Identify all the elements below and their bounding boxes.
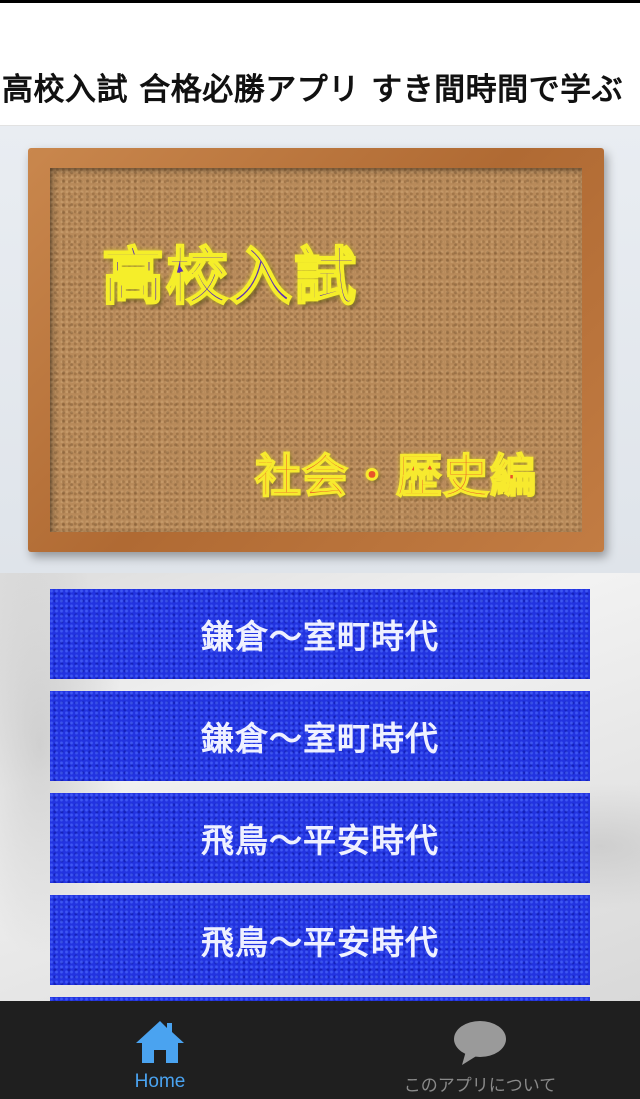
category-button-asuka-heian-1[interactable]: 飛鳥〜平安時代	[50, 793, 590, 883]
page-title: 高校入試 合格必勝アプリ すき間時間で学ぶ	[2, 72, 624, 108]
cork-board: 高校入試 社会・歴史編	[50, 168, 582, 532]
tab-home[interactable]: Home	[0, 1001, 320, 1099]
status-bar	[0, 0, 640, 8]
hero-banner: 高校入試 社会・歴史編	[0, 126, 640, 573]
tab-about[interactable]: このアプリについて	[320, 1001, 640, 1099]
app-header: 高校入試 合格必勝アプリ すき間時間で学ぶ	[0, 38, 640, 126]
home-icon	[136, 1021, 184, 1063]
tab-home-label: Home	[134, 1071, 186, 1092]
main-content[interactable]: 高校入試 社会・歴史編 鎌倉〜室町時代 鎌倉〜室町時代 飛鳥〜平安時代 飛鳥〜平…	[0, 126, 640, 1001]
bottom-tab-bar: Home このアプリについて	[0, 1001, 640, 1099]
category-button-kamakura-muromachi-2[interactable]: 鎌倉〜室町時代	[50, 691, 590, 781]
category-button-asuka-heian-2[interactable]: 飛鳥〜平安時代	[50, 895, 590, 985]
chat-bubble-icon	[454, 1021, 506, 1065]
cork-board-frame: 高校入試 社会・歴史編	[28, 148, 604, 552]
category-button-kamakura-muromachi-1[interactable]: 鎌倉〜室町時代	[50, 589, 590, 679]
tab-about-label: このアプリについて	[403, 1076, 557, 1095]
hero-title: 高校入試	[101, 239, 359, 314]
hero-subtitle: 社会・歴史編	[254, 448, 537, 504]
